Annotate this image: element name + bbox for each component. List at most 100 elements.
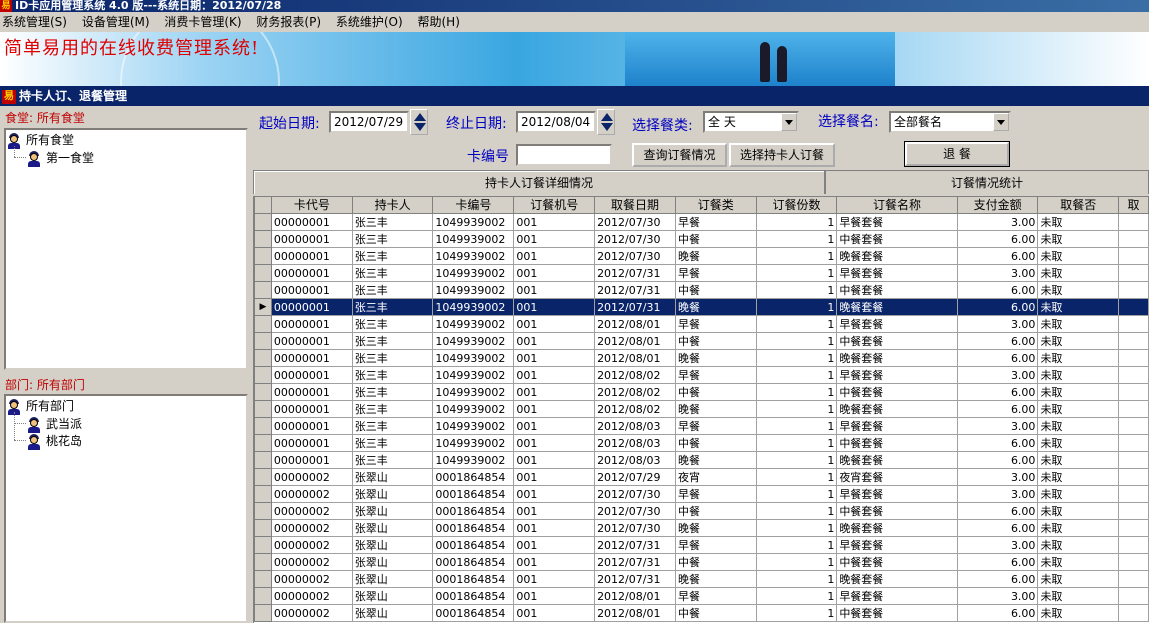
table-row[interactable]: 00000001 张三丰 1049939002 001 2012/07/30 晚餐 1 晚餐套… xyxy=(254,247,1149,265)
arrow-up-icon[interactable] xyxy=(601,113,613,121)
table-cell[interactable]: 中餐 xyxy=(674,230,757,248)
arrow-down-icon[interactable] xyxy=(414,123,426,131)
table-row[interactable]: 00000002 张翠山 0001864854 001 2012/07/31 中餐 1 中餐套… xyxy=(254,553,1149,571)
table-cell[interactable]: 1 xyxy=(755,553,838,571)
table-cell[interactable]: 3.00 xyxy=(956,468,1039,486)
orders-grid[interactable]: 卡代号 持卡人 卡编号 订餐机号 取餐日期 订餐类 订餐份数 订餐名称 支付金额… xyxy=(253,196,1149,623)
table-cell[interactable] xyxy=(1118,332,1149,350)
row-indicator[interactable] xyxy=(254,264,272,282)
tab-order-stats[interactable]: 订餐情况统计 xyxy=(825,170,1149,194)
table-cell[interactable]: 1049939002 xyxy=(432,434,515,452)
table-cell[interactable]: 张翠山 xyxy=(351,485,434,503)
table-cell[interactable]: 早餐 xyxy=(674,417,757,435)
table-row[interactable]: 00000002 张翠山 0001864854 001 2012/07/29 夜宵 1 夜宵套… xyxy=(254,468,1149,486)
table-cell[interactable]: 未取 xyxy=(1037,366,1120,384)
arrow-down-icon[interactable] xyxy=(601,123,613,131)
table-cell[interactable]: 早餐套餐 xyxy=(836,213,958,231)
table-cell[interactable] xyxy=(1118,468,1149,486)
table-cell[interactable]: 1 xyxy=(755,315,838,333)
column-header[interactable]: 订餐名称 xyxy=(836,196,958,214)
table-cell[interactable]: 00000001 xyxy=(270,213,353,231)
table-cell[interactable]: 1 xyxy=(755,366,838,384)
table-cell[interactable]: 0001864854 xyxy=(432,519,515,537)
table-cell[interactable]: 未取 xyxy=(1037,230,1120,248)
table-cell[interactable] xyxy=(1118,400,1149,418)
table-cell[interactable]: 未取 xyxy=(1037,502,1120,520)
table-row[interactable]: 00000001 张三丰 1049939002 001 2012/07/31 早餐 1 早餐套… xyxy=(254,264,1149,282)
table-cell[interactable]: 中餐套餐 xyxy=(836,604,958,622)
row-indicator[interactable] xyxy=(254,230,272,248)
table-cell[interactable]: 未取 xyxy=(1037,349,1120,367)
table-cell[interactable]: 001 xyxy=(513,519,596,537)
table-cell[interactable]: 中餐套餐 xyxy=(836,383,958,401)
table-cell[interactable]: 001 xyxy=(513,485,596,503)
table-cell[interactable] xyxy=(1118,247,1149,265)
table-cell[interactable]: 001 xyxy=(513,349,596,367)
table-row[interactable]: 00000001 张三丰 1049939002 001 2012/08/01 晚餐 1 晚餐套… xyxy=(254,349,1149,367)
table-cell[interactable]: 6.00 xyxy=(956,604,1039,622)
table-cell[interactable]: 1049939002 xyxy=(432,349,515,367)
table-cell[interactable] xyxy=(1118,553,1149,571)
table-cell[interactable]: 未取 xyxy=(1037,247,1120,265)
query-orders-button[interactable]: 查询订餐情况 xyxy=(632,143,727,167)
table-cell[interactable]: 2012/08/02 xyxy=(594,383,676,401)
table-cell[interactable] xyxy=(1118,264,1149,282)
table-cell[interactable] xyxy=(1118,485,1149,503)
table-cell[interactable]: 1049939002 xyxy=(432,417,515,435)
menu-maintenance[interactable]: 系统维护(O) xyxy=(336,15,403,29)
table-cell[interactable]: 早餐套餐 xyxy=(836,366,958,384)
table-cell[interactable]: 00000002 xyxy=(270,519,353,537)
row-indicator[interactable] xyxy=(254,587,272,605)
table-cell[interactable]: 00000001 xyxy=(270,281,353,299)
table-cell[interactable]: 早餐套餐 xyxy=(836,587,958,605)
table-cell[interactable]: 00000001 xyxy=(270,264,353,282)
table-cell[interactable]: 2012/07/30 xyxy=(594,247,676,265)
column-header[interactable]: 卡代号 xyxy=(270,196,353,214)
table-cell[interactable] xyxy=(1118,417,1149,435)
table-cell[interactable] xyxy=(1118,519,1149,537)
table-cell[interactable]: 2012/08/02 xyxy=(594,366,676,384)
table-cell[interactable]: 1049939002 xyxy=(432,400,515,418)
table-cell[interactable]: 张三丰 xyxy=(351,315,434,333)
table-cell[interactable]: 001 xyxy=(513,281,596,299)
start-date-field[interactable]: 2012/07/29 xyxy=(329,111,409,133)
table-cell[interactable]: 早餐 xyxy=(674,315,757,333)
table-row[interactable]: 00000001 张三丰 1049939002 001 2012/07/30 早餐 1 早餐套… xyxy=(254,213,1149,231)
tree-node-all-canteens[interactable]: 所有食堂 xyxy=(6,131,74,149)
table-row[interactable]: ▶ 00000001 张三丰 1049939002 001 2012/07/31 晚餐 1 晚餐… xyxy=(254,298,1149,316)
table-cell[interactable]: 2012/08/03 xyxy=(594,417,676,435)
row-indicator[interactable] xyxy=(254,417,272,435)
table-cell[interactable]: 001 xyxy=(513,213,596,231)
table-row[interactable]: 00000001 张三丰 1049939002 001 2012/08/02 早餐 1 早餐套… xyxy=(254,366,1149,384)
table-row[interactable]: 00000001 张三丰 1049939002 001 2012/07/30 中餐 1 中餐套… xyxy=(254,230,1149,248)
table-cell[interactable]: 张翠山 xyxy=(351,468,434,486)
table-cell[interactable]: 早餐 xyxy=(674,213,757,231)
row-indicator[interactable] xyxy=(254,604,272,622)
table-cell[interactable]: 3.00 xyxy=(956,315,1039,333)
table-cell[interactable]: 张三丰 xyxy=(351,264,434,282)
table-cell[interactable]: 3.00 xyxy=(956,536,1039,554)
table-cell[interactable]: 晚餐 xyxy=(674,247,757,265)
table-cell[interactable]: 3.00 xyxy=(956,485,1039,503)
table-cell[interactable]: 晚餐 xyxy=(674,519,757,537)
table-cell[interactable]: 001 xyxy=(513,468,596,486)
table-cell[interactable]: 001 xyxy=(513,400,596,418)
column-header[interactable]: 持卡人 xyxy=(351,196,434,214)
row-indicator[interactable] xyxy=(254,366,272,384)
chevron-down-icon[interactable] xyxy=(993,113,1009,131)
table-cell[interactable]: 1 xyxy=(755,434,838,452)
menu-finance[interactable]: 财务报表(P) xyxy=(256,15,321,29)
start-date-spinner[interactable] xyxy=(410,109,428,135)
table-cell[interactable]: 001 xyxy=(513,434,596,452)
arrow-up-icon[interactable] xyxy=(414,113,426,121)
table-cell[interactable]: 3.00 xyxy=(956,587,1039,605)
table-cell[interactable] xyxy=(1118,213,1149,231)
table-cell[interactable]: 00000002 xyxy=(270,502,353,520)
table-cell[interactable]: 2012/08/01 xyxy=(594,604,676,622)
table-cell[interactable] xyxy=(1118,587,1149,605)
table-row[interactable]: 00000001 张三丰 1049939002 001 2012/08/03 晚餐 1 晚餐套… xyxy=(254,451,1149,469)
table-row[interactable]: 00000001 张三丰 1049939002 001 2012/08/03 早餐 1 早餐套… xyxy=(254,417,1149,435)
column-header[interactable]: 卡编号 xyxy=(432,196,515,214)
table-row[interactable]: 00000002 张翠山 0001864854 001 2012/07/31 早餐 1 早餐套… xyxy=(254,536,1149,554)
table-cell[interactable]: 001 xyxy=(513,247,596,265)
